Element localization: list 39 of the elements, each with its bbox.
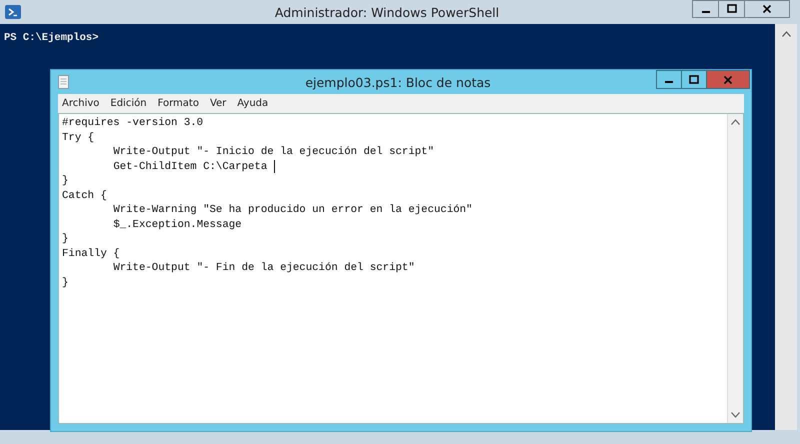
minimize-button[interactable] [656,70,682,89]
menu-item[interactable]: Ver [210,98,226,109]
menu-item[interactable]: Formato [158,98,199,109]
scrollbar[interactable] [775,24,797,430]
code-line: Try { [62,130,94,145]
terminal-icon [5,5,21,19]
minimize-icon [702,10,710,12]
minimize-icon [665,81,673,83]
window-title: Administrador: Windows PowerShell [274,4,500,20]
console-prompt: PS C:\Ejemplos> [4,32,99,44]
close-icon [723,74,733,84]
close-icon [762,4,772,14]
code-line: } [62,232,68,246]
code-line: } [62,276,68,290]
maximize-icon [689,74,699,84]
code-line: } [62,174,68,188]
scrollbar[interactable] [727,114,743,423]
code-line: $_.Exception.Message [112,218,242,232]
close-button[interactable] [744,0,790,18]
menu-item[interactable]: Edición [110,98,147,109]
console-area[interactable] [0,24,775,430]
menu-item[interactable]: Ayuda [237,98,268,109]
maximize-button[interactable] [718,0,745,18]
scroll-up-icon[interactable] [782,31,790,37]
maximize-button[interactable] [681,70,707,89]
scroll-up-icon[interactable] [731,119,740,125]
code-line: Finally { [62,246,120,261]
maximize-icon [726,4,736,14]
scroll-down-icon[interactable] [731,412,740,418]
minimize-button[interactable] [692,0,719,18]
code-line: Catch { [62,188,107,203]
window-title: ejemplo03.ps1: Bloc de notas [304,74,492,90]
code-line: Write-Warning "Se ha producido un error en la ejecución" [112,203,472,218]
menu-item[interactable]: Archivo [62,98,100,109]
code-line: #requires -version 3.0 [62,116,204,130]
document-icon [58,75,69,89]
code-line: Get-ChildItem C:\Carpeta [112,160,268,174]
code-line: Write-Output "- Inicio de la ejecución del script" [112,145,434,160]
code-line: Write-Output "- Fin de la ejecución del script" [112,261,415,276]
